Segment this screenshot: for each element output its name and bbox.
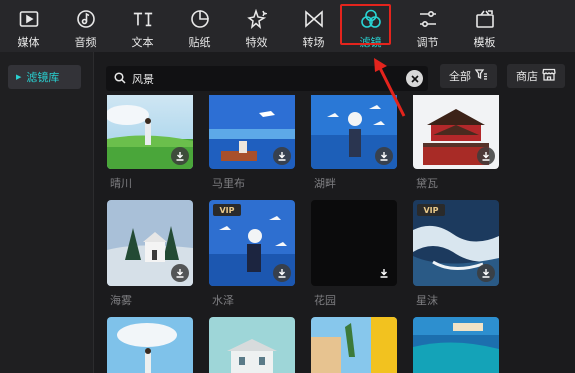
filter-thumbnail bbox=[311, 317, 397, 373]
filter-card[interactable] bbox=[311, 317, 397, 373]
sticker-icon bbox=[189, 8, 211, 30]
download-icon[interactable] bbox=[171, 264, 189, 282]
tool-label: 媒体 bbox=[17, 36, 40, 49]
transition-icon bbox=[303, 8, 325, 30]
tool-adjust[interactable]: 调节 bbox=[399, 0, 456, 52]
store-label: 商店 bbox=[516, 70, 538, 83]
storefront-icon bbox=[542, 68, 556, 84]
filter-card[interactable]: VIP bbox=[209, 200, 295, 286]
play-box-icon bbox=[18, 8, 40, 30]
tool-transition[interactable]: 转场 bbox=[285, 0, 342, 52]
filter-card-label: 水泽 bbox=[212, 294, 234, 307]
sidebar-item-label: 滤镜库 bbox=[26, 71, 60, 84]
funnel-sort-icon bbox=[474, 69, 488, 83]
tool-effects[interactable]: 特效 bbox=[228, 0, 285, 52]
tool-label: 模板 bbox=[473, 36, 496, 49]
tool-template[interactable]: 模板 bbox=[456, 0, 513, 52]
filter-card-label: 马里布 bbox=[212, 177, 245, 190]
text-icon bbox=[132, 8, 154, 30]
filter-card[interactable] bbox=[107, 317, 193, 373]
filter-circles-icon bbox=[360, 8, 382, 30]
filter-card-label: 晴川 bbox=[110, 177, 132, 190]
download-icon[interactable] bbox=[273, 147, 291, 165]
download-icon[interactable] bbox=[375, 264, 393, 282]
tool-label: 转场 bbox=[302, 36, 325, 49]
filter-thumbnail bbox=[107, 317, 193, 373]
filter-thumbnail bbox=[413, 317, 499, 373]
filter-card-label: 黛瓦 bbox=[416, 177, 438, 190]
filter-card[interactable] bbox=[209, 95, 295, 169]
filter-card-label: 湖畔 bbox=[314, 177, 336, 190]
filter-thumbnail bbox=[209, 317, 295, 373]
sliders-icon bbox=[417, 8, 439, 30]
tool-label: 文本 bbox=[131, 36, 154, 49]
filter-card-label: 花园 bbox=[314, 294, 336, 307]
download-icon[interactable] bbox=[477, 264, 495, 282]
vip-badge: VIP bbox=[417, 204, 445, 216]
filter-card[interactable] bbox=[413, 95, 499, 169]
tool-label: 贴纸 bbox=[188, 36, 211, 49]
filter-card-label: 海雾 bbox=[110, 294, 132, 307]
search-icon bbox=[114, 69, 126, 88]
clear-search-button[interactable] bbox=[406, 70, 423, 87]
tool-filter[interactable]: 滤镜 bbox=[342, 0, 399, 52]
tool-label: 音频 bbox=[74, 36, 97, 49]
filter-card[interactable]: VIP bbox=[413, 200, 499, 286]
sidebar: ▶ 滤镜库 bbox=[0, 52, 94, 373]
filter-card-label: 星沫 bbox=[416, 294, 438, 307]
tool-sticker[interactable]: 贴纸 bbox=[171, 0, 228, 52]
download-icon[interactable] bbox=[273, 264, 291, 282]
template-icon bbox=[474, 8, 496, 30]
music-note-icon bbox=[75, 8, 97, 30]
filter-card[interactable] bbox=[107, 200, 193, 286]
download-icon[interactable] bbox=[171, 147, 189, 165]
store-button[interactable]: 商店 bbox=[507, 64, 565, 88]
tool-media[interactable]: 媒体 bbox=[0, 0, 57, 52]
download-icon[interactable] bbox=[375, 147, 393, 165]
filter-all-button[interactable]: 全部 bbox=[440, 64, 497, 88]
tool-label: 滤镜 bbox=[359, 36, 382, 49]
sidebar-item-filter-library[interactable]: ▶ 滤镜库 bbox=[8, 65, 81, 89]
filter-all-label: 全部 bbox=[449, 70, 471, 83]
tool-label: 特效 bbox=[245, 36, 268, 49]
vip-badge: VIP bbox=[213, 204, 241, 216]
app-window: 媒体 音频 文本 贴纸 特效 转场 滤镜 调节 模板 ▶ 滤镜库 风景 全部 商… bbox=[0, 0, 575, 373]
filter-card[interactable] bbox=[311, 95, 397, 169]
top-toolbar: 媒体 音频 文本 贴纸 特效 转场 滤镜 调节 模板 bbox=[0, 0, 575, 52]
filter-card[interactable] bbox=[311, 200, 397, 286]
search-input[interactable] bbox=[132, 72, 402, 85]
filter-card[interactable] bbox=[107, 95, 193, 169]
tool-text[interactable]: 文本 bbox=[114, 0, 171, 52]
search-box bbox=[106, 66, 428, 91]
triangle-right-icon: ▶ bbox=[16, 73, 22, 81]
sparkle-star-icon bbox=[246, 8, 268, 30]
filter-card[interactable] bbox=[413, 317, 499, 373]
download-icon[interactable] bbox=[477, 147, 495, 165]
tool-audio[interactable]: 音频 bbox=[57, 0, 114, 52]
filter-card[interactable] bbox=[209, 317, 295, 373]
tool-label: 调节 bbox=[416, 36, 439, 49]
